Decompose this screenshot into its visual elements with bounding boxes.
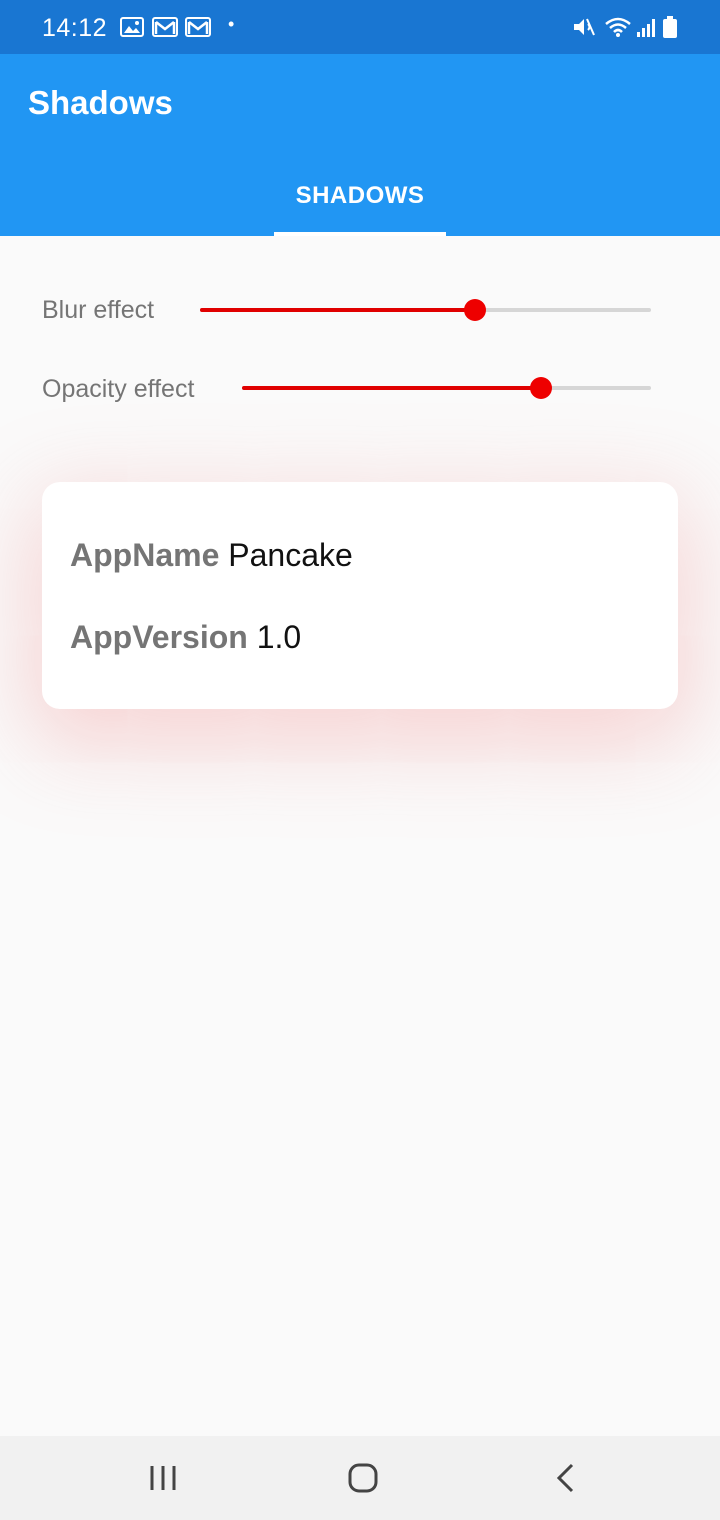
app-version-key: AppVersion xyxy=(70,619,248,655)
recent-apps-icon[interactable] xyxy=(139,1454,187,1502)
status-bar: 14:12 • xyxy=(0,0,720,54)
status-time: 14:12 xyxy=(42,14,108,42)
app-name-value: Pancake xyxy=(228,537,353,573)
blur-slider-thumb[interactable] xyxy=(464,299,487,321)
blur-effect-label: Blur effect xyxy=(42,296,155,324)
app-title: Shadows xyxy=(28,84,173,121)
opacity-slider-fill xyxy=(242,386,541,390)
opacity-slider-thumb[interactable] xyxy=(529,377,552,399)
app-name-key: AppName xyxy=(70,537,220,573)
mute-icon xyxy=(574,18,595,36)
signal-icon xyxy=(637,19,655,37)
opacity-effect-slider[interactable] xyxy=(242,377,651,399)
back-icon[interactable] xyxy=(541,1454,589,1502)
notification-dot-icon: • xyxy=(228,14,235,34)
app-info-card: AppName Pancake AppVersion 1.0 xyxy=(42,482,678,709)
opacity-effect-label: Opacity effect xyxy=(42,375,195,403)
tab-label: SHADOWS xyxy=(295,182,425,209)
navigation-bar xyxy=(0,1436,720,1520)
tab-indicator xyxy=(274,232,446,236)
home-icon[interactable] xyxy=(339,1454,387,1502)
battery-icon xyxy=(663,16,677,38)
tab-shadows[interactable]: SHADOWS xyxy=(274,164,446,236)
blur-effect-slider[interactable] xyxy=(200,299,651,321)
gmail-icon xyxy=(152,17,178,37)
app-name-row: AppName Pancake xyxy=(70,537,353,574)
app-version-value: 1.0 xyxy=(256,619,302,655)
blur-slider-fill xyxy=(200,308,476,312)
screen: 14:12 • Shadows SHADOWS Blur effect Opac… xyxy=(0,0,720,1520)
gallery-icon xyxy=(120,17,144,37)
app-version-row: AppVersion 1.0 xyxy=(70,619,301,656)
wifi-icon xyxy=(605,17,631,37)
gmail-icon xyxy=(185,17,211,37)
app-bar: Shadows SHADOWS xyxy=(0,54,720,236)
